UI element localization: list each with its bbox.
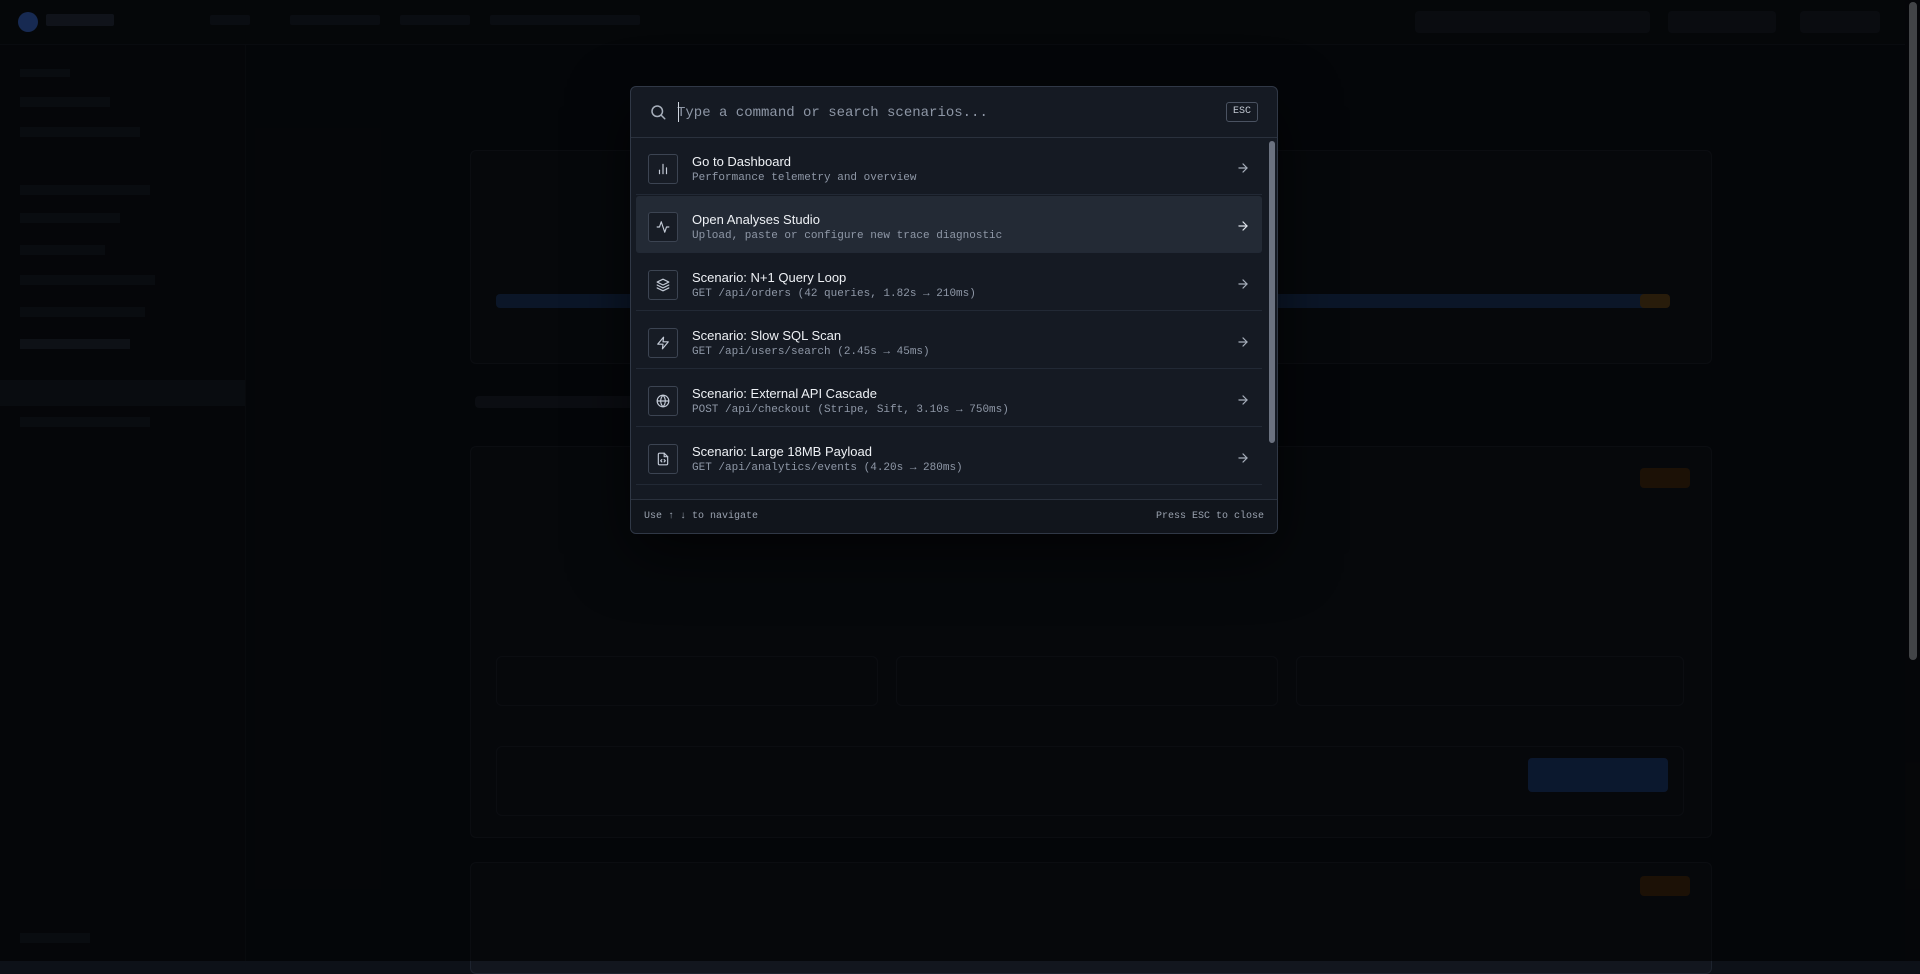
arrow-right-icon — [1238, 221, 1248, 231]
arrow-right-icon — [1238, 163, 1248, 173]
command-item-subtitle: Performance telemetry and overview — [692, 172, 917, 184]
command-item-title: Scenario: External API Cascade — [692, 386, 877, 401]
command-palette: ESC Go to Dashboard Performance telemetr… — [630, 86, 1278, 534]
file-code-icon — [648, 444, 678, 474]
command-item-slow-sql[interactable]: Scenario: Slow SQL Scan GET /api/users/s… — [636, 312, 1262, 369]
bar-chart-icon — [648, 154, 678, 184]
command-list-scrollbar[interactable] — [1269, 141, 1275, 443]
command-item-title: Scenario: Slow SQL Scan — [692, 328, 842, 343]
command-item-external-api[interactable]: Scenario: External API Cascade POST /api… — [636, 370, 1262, 427]
command-item-title: Scenario: N+1 Query Loop — [692, 270, 847, 285]
zap-icon — [648, 328, 678, 358]
layers-icon — [648, 270, 678, 300]
navigation-hint: Use ↑ ↓ to navigate — [644, 511, 759, 522]
arrow-right-icon — [1238, 453, 1248, 463]
command-item-subtitle: GET /api/users/search (2.45s → 45ms) — [692, 346, 930, 358]
globe-icon — [648, 386, 678, 416]
esc-badge: ESC — [1226, 102, 1258, 122]
command-item-large-payload[interactable]: Scenario: Large 18MB Payload GET /api/an… — [636, 428, 1262, 485]
close-hint: Press ESC to close — [1155, 511, 1264, 522]
command-item-subtitle: GET /api/orders (42 queries, 1.82s → 210… — [692, 288, 976, 300]
arrow-right-icon — [1238, 279, 1248, 289]
command-footer: Use ↑ ↓ to navigate Press ESC to close — [631, 499, 1277, 533]
arrow-right-icon — [1238, 337, 1248, 347]
command-search-row: ESC — [631, 87, 1277, 138]
command-list: Go to Dashboard Performance telemetry an… — [631, 138, 1277, 486]
command-item-dashboard[interactable]: Go to Dashboard Performance telemetry an… — [636, 138, 1262, 195]
search-icon — [651, 105, 666, 120]
command-item-analyses-studio[interactable]: Open Analyses Studio Upload, paste or co… — [636, 196, 1262, 253]
command-item-subtitle: POST /api/checkout (Stripe, Sift, 3.10s … — [692, 404, 1009, 416]
command-item-n-plus-one[interactable]: Scenario: N+1 Query Loop GET /api/orders… — [636, 254, 1262, 311]
command-search-input[interactable] — [675, 99, 1179, 127]
activity-icon — [648, 212, 678, 242]
text-caret — [678, 102, 679, 122]
command-item-subtitle: Upload, paste or configure new trace dia… — [692, 230, 1003, 242]
command-item-subtitle: GET /api/analytics/events (4.20s → 280ms… — [692, 462, 963, 474]
command-item-title: Scenario: Large 18MB Payload — [692, 444, 872, 459]
command-item-title: Open Analyses Studio — [692, 212, 820, 227]
command-item-title: Go to Dashboard — [692, 154, 792, 169]
arrow-right-icon — [1238, 395, 1248, 405]
